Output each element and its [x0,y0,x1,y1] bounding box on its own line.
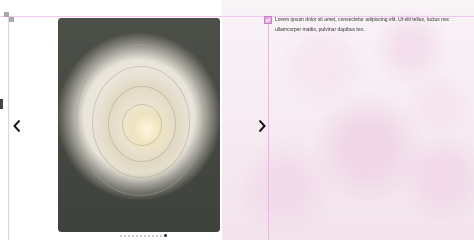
caption-text: Lorem ipsum dolor sit amet, consectetur … [275,17,450,33]
pagination-dot[interactable] [144,235,146,237]
checkbox[interactable] [264,16,272,24]
next-slide-button[interactable] [254,118,270,134]
pagination-dot[interactable] [140,235,142,237]
pagination-dot[interactable] [148,235,150,237]
carousel-widget: Lorem ipsum dolor sit amet, consectetur … [0,0,474,240]
panel-edge-tab[interactable] [0,99,3,109]
pagination-dot[interactable] [152,235,154,237]
slide-image [58,18,220,232]
chevron-left-icon [13,119,21,133]
pagination-dot[interactable] [164,234,167,237]
carousel-pagination [120,234,167,238]
drag-handle-icon[interactable] [4,12,14,22]
chevron-right-icon [258,119,266,133]
pagination-dot[interactable] [124,235,126,237]
pagination-dot[interactable] [136,235,138,237]
checkmark-icon [265,18,271,23]
pagination-dot[interactable] [120,235,122,237]
pagination-dot[interactable] [128,235,130,237]
pagination-dot[interactable] [160,235,162,237]
prev-slide-button[interactable] [9,118,25,134]
pagination-dot[interactable] [156,235,158,237]
pagination-dot[interactable] [132,235,134,237]
